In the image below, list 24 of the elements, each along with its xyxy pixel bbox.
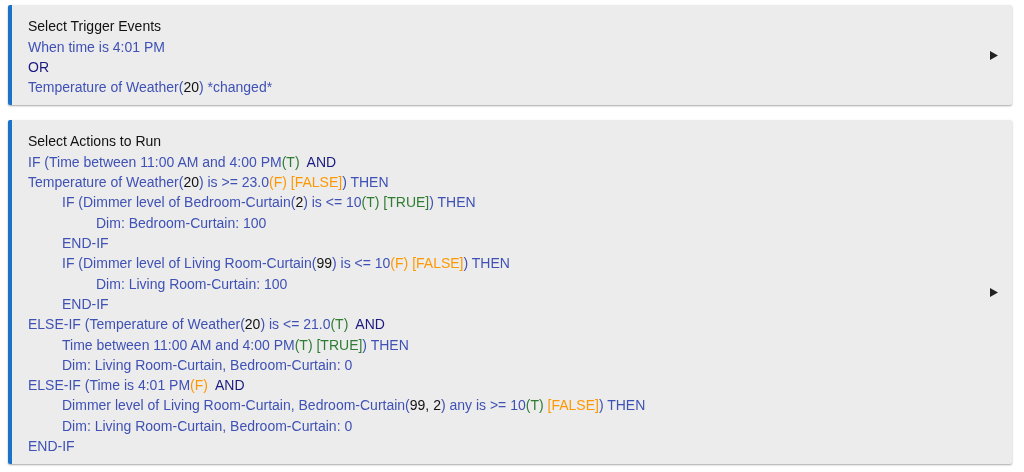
code-line: ELSE-IF (Temperature of Weather(20) is <= 21.0(T) AND: [28, 316, 385, 333]
code-line: END-IF: [28, 438, 75, 455]
rule-card[interactable]: Select Trigger Events When time is 4:01 PM OR Temperature of Weather(20) *changed*: [8, 5, 1012, 106]
code-line: Dim: Living Room-Curtain, Bedroom-Curtain: 0: [62, 417, 353, 434]
code-line: Dimmer level of Living Room-Curtain, Bedroom-Curtain(99, 2) any is >= 10(T) [FALSE]) THEN: [62, 397, 646, 414]
code-line: OR: [28, 58, 49, 75]
section-title: Select Actions to Run: [28, 132, 163, 152]
code-line: IF (Dimmer level of Bedroom-Curtain(2) is <= 10(T) [TRUE]) THEN: [62, 194, 476, 211]
expand-arrow-icon[interactable]: [990, 287, 998, 297]
code-line: END-IF: [62, 235, 109, 252]
code-line: Temperature of Weather(20) *changed*: [28, 79, 273, 96]
code-line: When time is 4:01 PM: [28, 38, 165, 55]
code-line: IF (Dimmer level of Living Room-Curtain(99) is <= 10(F) [FALSE]) THEN: [62, 255, 510, 272]
section-title: Select Trigger Events: [28, 17, 163, 36]
expand-arrow-icon[interactable]: [990, 50, 998, 60]
code-line: Temperature of Weather(20) is >= 23.0(F) [FALSE]) THEN: [28, 174, 389, 191]
code-line: Dim: Living Room-Curtain: 100: [96, 275, 288, 292]
code-line: IF (Time between 11:00 AM and 4:00 PM(T) AND: [28, 153, 337, 170]
code-line: Dim: Bedroom-Curtain: 100: [96, 214, 267, 231]
code-line: END-IF: [62, 295, 109, 312]
code-line: ELSE-IF (Time is 4:01 PM(F) AND: [28, 377, 245, 394]
code-line: Time between 11:00 AM and 4:00 PM(T) [TRUE]) THEN: [62, 336, 409, 353]
rule-card[interactable]: [8, 120, 1012, 465]
code-line: Dim: Living Room-Curtain, Bedroom-Curtain: 0: [62, 356, 353, 373]
